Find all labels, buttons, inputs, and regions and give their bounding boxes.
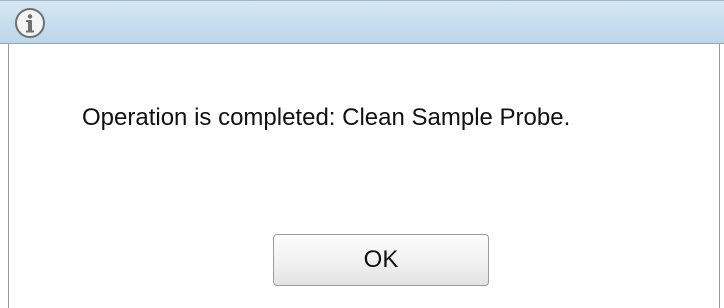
ok-button[interactable]: OK (273, 234, 489, 286)
dialog-titlebar (0, 0, 724, 44)
dialog-message: Operation is completed: Clean Sample Pro… (82, 104, 571, 131)
info-dialog: Operation is completed: Clean Sample Pro… (0, 0, 724, 308)
info-icon (15, 8, 45, 38)
